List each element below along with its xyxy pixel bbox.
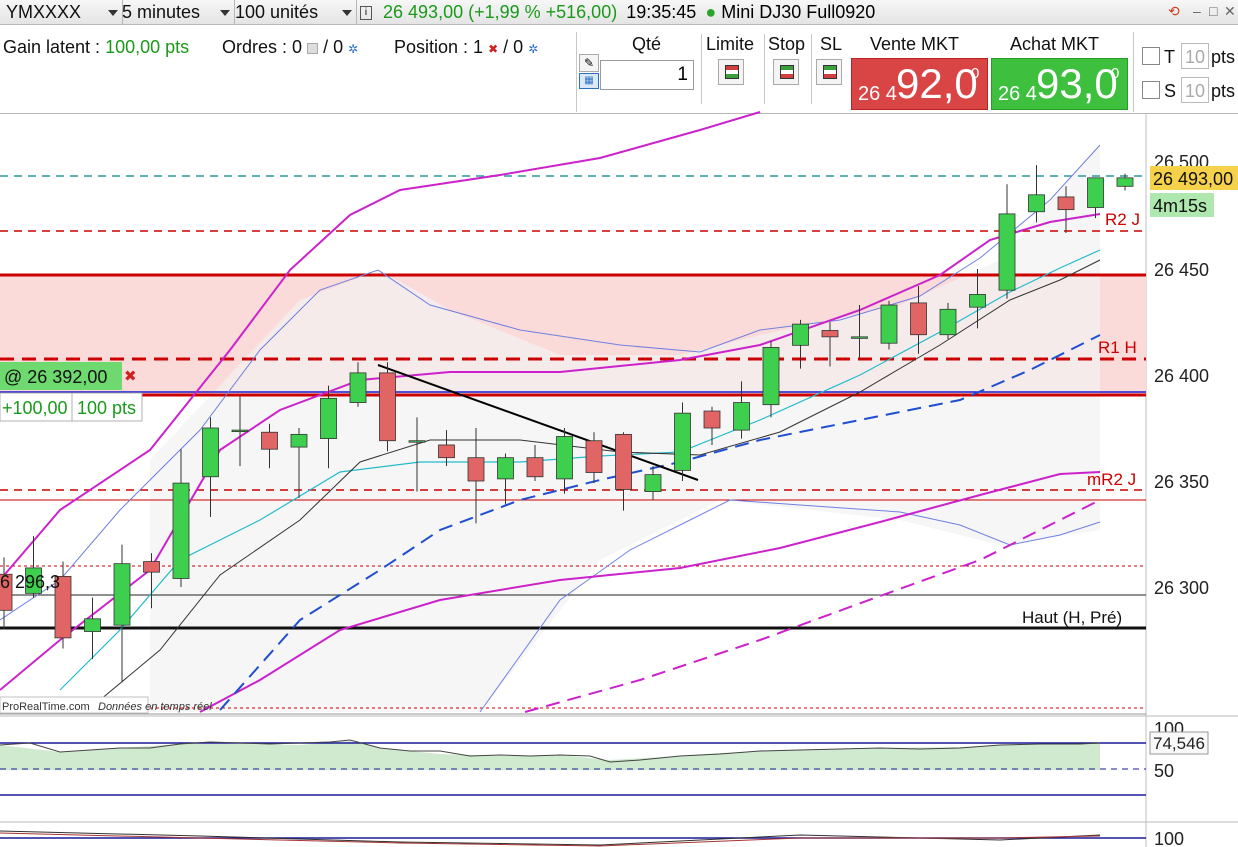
candle-bullish [172,482,190,579]
candle-bullish [1087,177,1104,208]
osc-value: 74,546 [1153,734,1205,753]
osc-mid-label: 50 [1154,761,1174,781]
second-indicator-top: 100 [1154,829,1184,847]
candle-bullish [231,429,249,433]
candle-bearish [703,410,721,429]
candle-bullish [202,427,219,478]
candle-bullish [674,412,691,471]
candle-bullish [1116,177,1134,187]
position-entry-tag[interactable]: @ 26 392,00 [4,367,107,387]
candle-bearish [526,457,544,478]
candle-bearish [467,457,485,482]
candle-bullish [84,618,101,632]
y-tick: 26 450 [1154,260,1209,280]
price-chart[interactable]: R2 J R1 H mR2 J Haut (H, Pré) 26 500 26 … [0,0,1238,847]
candle-bearish [261,431,278,450]
candle-bullish [792,323,809,346]
attribution: ProRealTime.com [2,701,90,713]
level-haut: Haut (H, Pré) [1022,608,1122,627]
candle-bullish [851,336,868,339]
y-tick: 26 350 [1154,472,1209,492]
candle-bullish [969,294,986,308]
candle-countdown: 4m15s [1153,196,1207,216]
current-price-tag: 26 493,00 [1153,169,1233,189]
candle-bullish [998,213,1016,291]
level-mr2j: mR2 J [1087,470,1136,489]
candle-bullish [880,304,898,344]
y-tick: 26 300 [1154,578,1209,598]
candle-bullish [556,436,573,480]
level-r1h: R1 H [1098,338,1137,357]
position-pts: 100 pts [77,398,136,418]
candle-bullish [290,433,308,448]
candle-bullish [939,308,957,336]
candle-bullish [497,457,514,480]
candle-bearish [1057,196,1075,211]
candle-bullish [762,347,780,406]
position-pnl: +100,00 [2,398,68,418]
candle-bearish [615,433,632,490]
candle-bearish [910,302,927,336]
candle-bearish [821,330,839,338]
candle-bullish [1028,194,1045,213]
candle-bearish [379,372,396,442]
candle-bullish [349,372,367,403]
level-r2j: R2 J [1105,210,1140,229]
candle-bearish [585,440,603,473]
candle-bullish [733,402,750,431]
position-close-icon[interactable]: ✖ [124,368,137,385]
candle-bearish [438,444,455,459]
candle-bullish [113,563,131,626]
y-tick: 26 400 [1154,366,1209,386]
candle-bearish [143,561,160,573]
attribution-note: Données en temps réel [98,701,212,713]
candle-bullish [320,397,337,440]
candle-bullish [644,474,662,493]
left-price-label: 6 296,3 [0,572,60,592]
candle-bullish [408,440,426,443]
